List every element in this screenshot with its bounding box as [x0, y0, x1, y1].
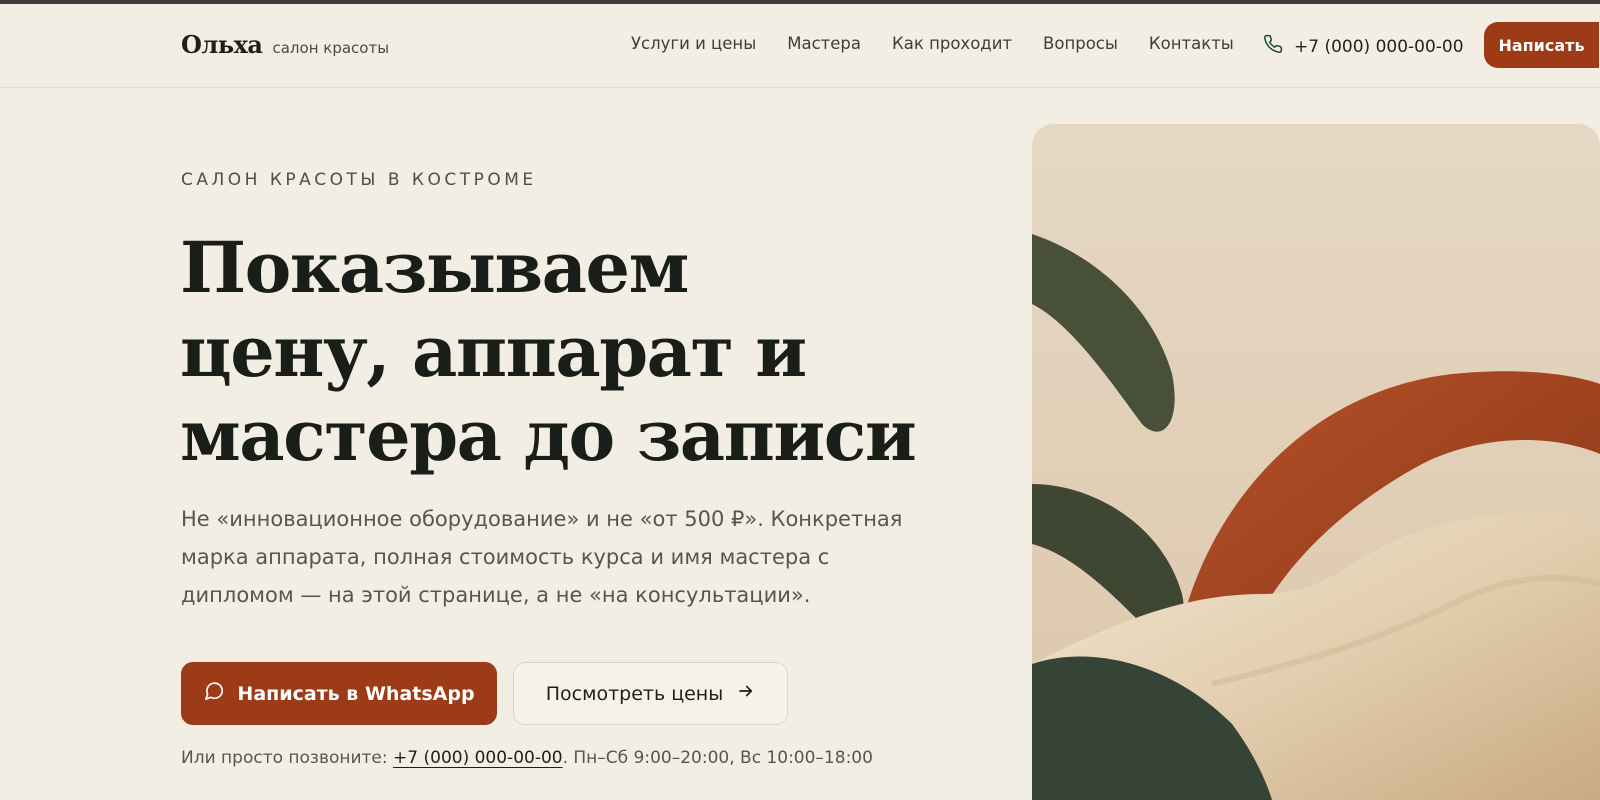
- headline-line-2: цену, аппарат и: [180, 310, 807, 393]
- working-hours: . Пн–Сб 9:00–20:00, Вс 10:00–18:00: [562, 748, 873, 768]
- nav-item-masters[interactable]: Мастера: [787, 34, 861, 53]
- hero-image: [1032, 124, 1600, 800]
- header-phone-number: +7 (000) 000-00-00: [1294, 36, 1464, 57]
- view-prices-button[interactable]: Посмотреть цены: [513, 662, 788, 725]
- header-phone-link[interactable]: +7 (000) 000-00-00: [1263, 34, 1464, 59]
- chat-bubble-icon: [203, 680, 225, 707]
- whatsapp-button[interactable]: Написать в WhatsApp: [181, 662, 497, 725]
- hero-eyebrow: САЛОН КРАСОТЫ В КОСТРОМЕ: [181, 170, 537, 190]
- arrow-right-icon: [737, 682, 755, 705]
- call-info: Или просто позвоните: +7 (000) 000-00-00…: [181, 748, 873, 768]
- main-nav: Услуги и цены Мастера Как проходит Вопро…: [631, 34, 1234, 53]
- nav-item-how-it-works[interactable]: Как проходит: [892, 34, 1012, 53]
- view-prices-label: Посмотреть цены: [545, 682, 724, 705]
- site-header: Ольха салон красоты Услуги и цены Мастер…: [0, 4, 1600, 88]
- nav-item-faq[interactable]: Вопросы: [1043, 34, 1118, 53]
- header-write-button[interactable]: Написать: [1484, 22, 1599, 68]
- nav-item-services[interactable]: Услуги и цены: [631, 34, 756, 53]
- phone-icon: [1263, 34, 1283, 59]
- hero-headline: Показываем цену, аппарат и мастера до за…: [180, 226, 1010, 478]
- call-prefix: Или просто позвоните:: [181, 748, 394, 768]
- call-phone-link[interactable]: +7 (000) 000-00-00: [393, 748, 563, 768]
- headline-line-3: мастера до записи: [180, 394, 917, 477]
- hero-lead-text: Не «инновационное оборудование» и не «от…: [181, 507, 903, 607]
- brand-logo[interactable]: Ольха салон красоты: [181, 30, 389, 59]
- brand-name: Ольха: [181, 30, 263, 59]
- headline-line-1: Показываем: [180, 226, 689, 309]
- nav-item-contacts[interactable]: Контакты: [1149, 34, 1234, 53]
- brand-tagline: салон красоты: [272, 39, 390, 57]
- whatsapp-button-label: Написать в WhatsApp: [237, 682, 475, 705]
